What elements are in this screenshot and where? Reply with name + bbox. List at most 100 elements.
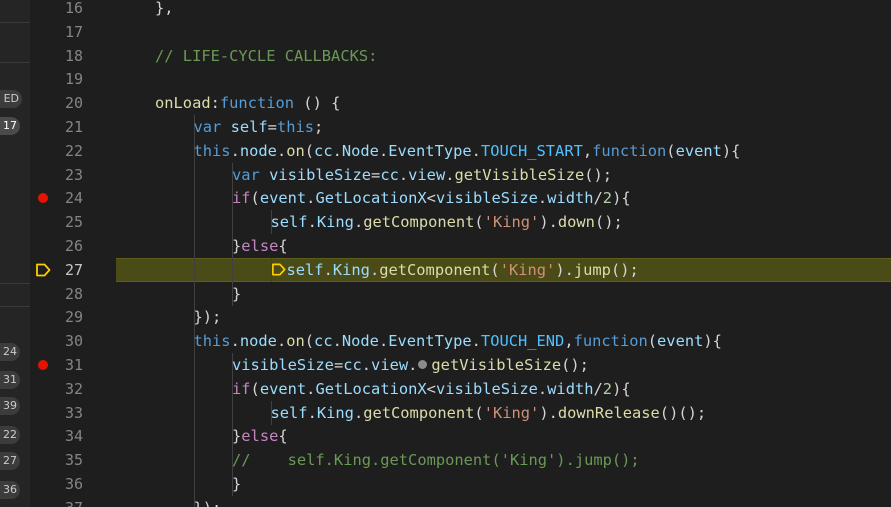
code-line[interactable]: 17 xyxy=(30,20,891,44)
code-text-area[interactable] xyxy=(116,20,891,44)
sidebar-badge[interactable]: 24 xyxy=(0,343,20,361)
code-token: . xyxy=(398,165,409,184)
code-line[interactable]: 31 visibleSize=cc.view. getVisibleSize(); xyxy=(30,353,891,377)
indent-guide xyxy=(193,162,195,187)
code-token: self xyxy=(286,260,324,279)
code-line[interactable]: 36} xyxy=(30,472,891,496)
code-editor[interactable]: 16}, 17 18 // LIFE-CYCLE CALLBACKS: 19 20 onLo… xyxy=(30,0,891,507)
sidebar-badge[interactable]: 36 xyxy=(0,481,20,499)
code-text-area[interactable]: } xyxy=(116,472,891,496)
code-line[interactable]: 16}, xyxy=(30,0,891,20)
inline-breakpoint-dot-icon[interactable] xyxy=(418,360,428,369)
code-token: . xyxy=(323,260,333,279)
code-token: self xyxy=(270,213,308,232)
code-line[interactable]: 33 self.King.getComponent('King').downRel… xyxy=(30,400,891,425)
code-token: = xyxy=(267,118,277,136)
indent-guide xyxy=(193,186,195,211)
code-token: Node xyxy=(341,141,379,160)
code-token: } xyxy=(232,284,242,303)
code-content: this.node.on(cc.Node.EventType.TOUCH_END… xyxy=(194,329,722,353)
code-token: . xyxy=(307,213,317,232)
code-text-area[interactable]: } xyxy=(116,281,891,306)
code-text-area[interactable]: if(event.GetLocationX<visibleSize.width/… xyxy=(116,376,891,401)
code-line[interactable]: 26}else{ xyxy=(30,234,891,258)
code-token: getVisibleSize xyxy=(454,165,585,184)
code-text-area[interactable]: }, xyxy=(116,0,891,20)
code-content: this.node.on(cc.Node.EventType.TOUCH_STA… xyxy=(194,139,741,163)
code-token: event xyxy=(657,332,704,351)
code-token: } xyxy=(232,237,242,255)
line-number: 30 xyxy=(64,332,83,351)
code-line[interactable]: 23 var visibleSize=cc.view.getVisibleSize… xyxy=(30,162,891,187)
code-content: onLoad:function () { xyxy=(155,91,340,115)
code-text-area[interactable]: }else{ xyxy=(116,234,891,258)
debug-current-line-arrow-icon[interactable] xyxy=(35,262,51,278)
code-text-area[interactable]: var self=this; xyxy=(116,115,891,139)
code-token: function xyxy=(592,141,667,160)
code-token: on xyxy=(286,141,305,160)
code-text-area[interactable]: if(event.GetLocationX<visibleSize.width/… xyxy=(116,186,891,211)
code-line[interactable]: 37}); xyxy=(30,495,891,507)
code-text-area[interactable]: // LIFE-CYCLE CALLBACKS: xyxy=(116,44,891,68)
code-line[interactable]: 21 var self=this; xyxy=(30,115,891,139)
sidebar-badge[interactable]: ED xyxy=(0,90,22,108)
code-text-area[interactable]: self.King.getComponent('King').downRelea… xyxy=(116,400,891,425)
code-token: // self.King.getComponent('King').jump()… xyxy=(232,451,640,470)
code-token: visibleSize xyxy=(435,379,538,398)
code-text-area[interactable] xyxy=(116,67,891,91)
indent-guide xyxy=(193,472,195,496)
code-token: var xyxy=(232,165,260,184)
code-text-area[interactable]: }); xyxy=(116,305,891,330)
code-text-area[interactable]: this.node.on(cc.Node.EventType.TOUCH_STA… xyxy=(116,138,891,163)
code-line[interactable]: 35 // self.King.getComponent('King').jump… xyxy=(30,448,891,473)
code-token: visibleSize xyxy=(435,189,538,208)
line-number: 16 xyxy=(64,0,83,17)
code-text-area[interactable]: }); xyxy=(116,495,891,507)
code-token: . xyxy=(471,332,481,351)
code-line[interactable]: 30 this.node.on(cc.Node.EventType.TOUCH_E… xyxy=(30,329,891,354)
code-token: event xyxy=(675,141,722,160)
code-line[interactable]: 22 this.node.on(cc.Node.EventType.TOUCH_S… xyxy=(30,138,891,163)
code-token: else xyxy=(241,237,279,255)
indent-guide xyxy=(193,400,195,425)
code-text-area[interactable]: self.King.getComponent('King').jump(); xyxy=(116,257,891,282)
code-content: }); xyxy=(194,305,222,329)
code-line[interactable]: 32 if(event.GetLocationX<visibleSize.widt… xyxy=(30,376,891,401)
code-text-area[interactable]: // self.King.getComponent('King').jump()… xyxy=(116,448,891,473)
code-line[interactable]: 34}else{ xyxy=(30,424,891,449)
code-token: : xyxy=(210,94,220,113)
code-token: node xyxy=(239,332,277,351)
sidebar-badge[interactable]: 22 xyxy=(0,426,20,444)
code-line[interactable]: 27 self.King.getComponent('King').jump(); xyxy=(30,257,891,282)
code-text-area[interactable]: }else{ xyxy=(116,424,891,449)
sidebar-badge[interactable]: 39 xyxy=(0,397,20,415)
code-content: // self.King.getComponent('King').jump()… xyxy=(232,448,640,472)
code-line[interactable]: 25 self.King.getComponent('King').down(); xyxy=(30,210,891,235)
code-line[interactable]: 29}); xyxy=(30,305,891,330)
code-token: self xyxy=(230,118,268,136)
sidebar-badge[interactable]: 27 xyxy=(0,452,20,470)
code-text-area[interactable]: var visibleSize=cc.view.getVisibleSize()… xyxy=(116,162,891,187)
sidebar-badge[interactable]: 31 xyxy=(0,371,20,389)
indent-guide xyxy=(193,376,195,401)
code-text-area[interactable]: this.node.on(cc.Node.EventType.TOUCH_END… xyxy=(116,329,891,354)
sidebar-badge[interactable]: 17 xyxy=(0,117,20,135)
code-line[interactable]: 28} xyxy=(30,281,891,306)
code-token: King xyxy=(316,403,354,422)
sidebar-divider xyxy=(0,306,30,307)
code-text-area[interactable]: visibleSize=cc.view. getVisibleSize(); xyxy=(116,353,891,377)
inline-breakpoint-arrow-icon[interactable] xyxy=(271,260,286,276)
code-text-area[interactable]: self.King.getComponent('King').down(); xyxy=(116,210,891,235)
code-line[interactable]: 20 onLoad:function () { xyxy=(30,91,891,115)
code-token: this xyxy=(193,141,231,160)
code-line[interactable]: 18 // LIFE-CYCLE CALLBACKS: xyxy=(30,44,891,68)
breakpoint-icon[interactable] xyxy=(38,360,48,370)
code-text-area[interactable]: onLoad:function () { xyxy=(116,91,891,115)
line-number: 17 xyxy=(64,22,83,41)
code-token: getComponent xyxy=(363,213,475,232)
code-line[interactable]: 24 if(event.GetLocationX<visibleSize.widt… xyxy=(30,186,891,211)
code-token: . xyxy=(361,356,372,374)
code-line[interactable]: 19 xyxy=(30,67,891,91)
code-token: }); xyxy=(193,308,222,327)
